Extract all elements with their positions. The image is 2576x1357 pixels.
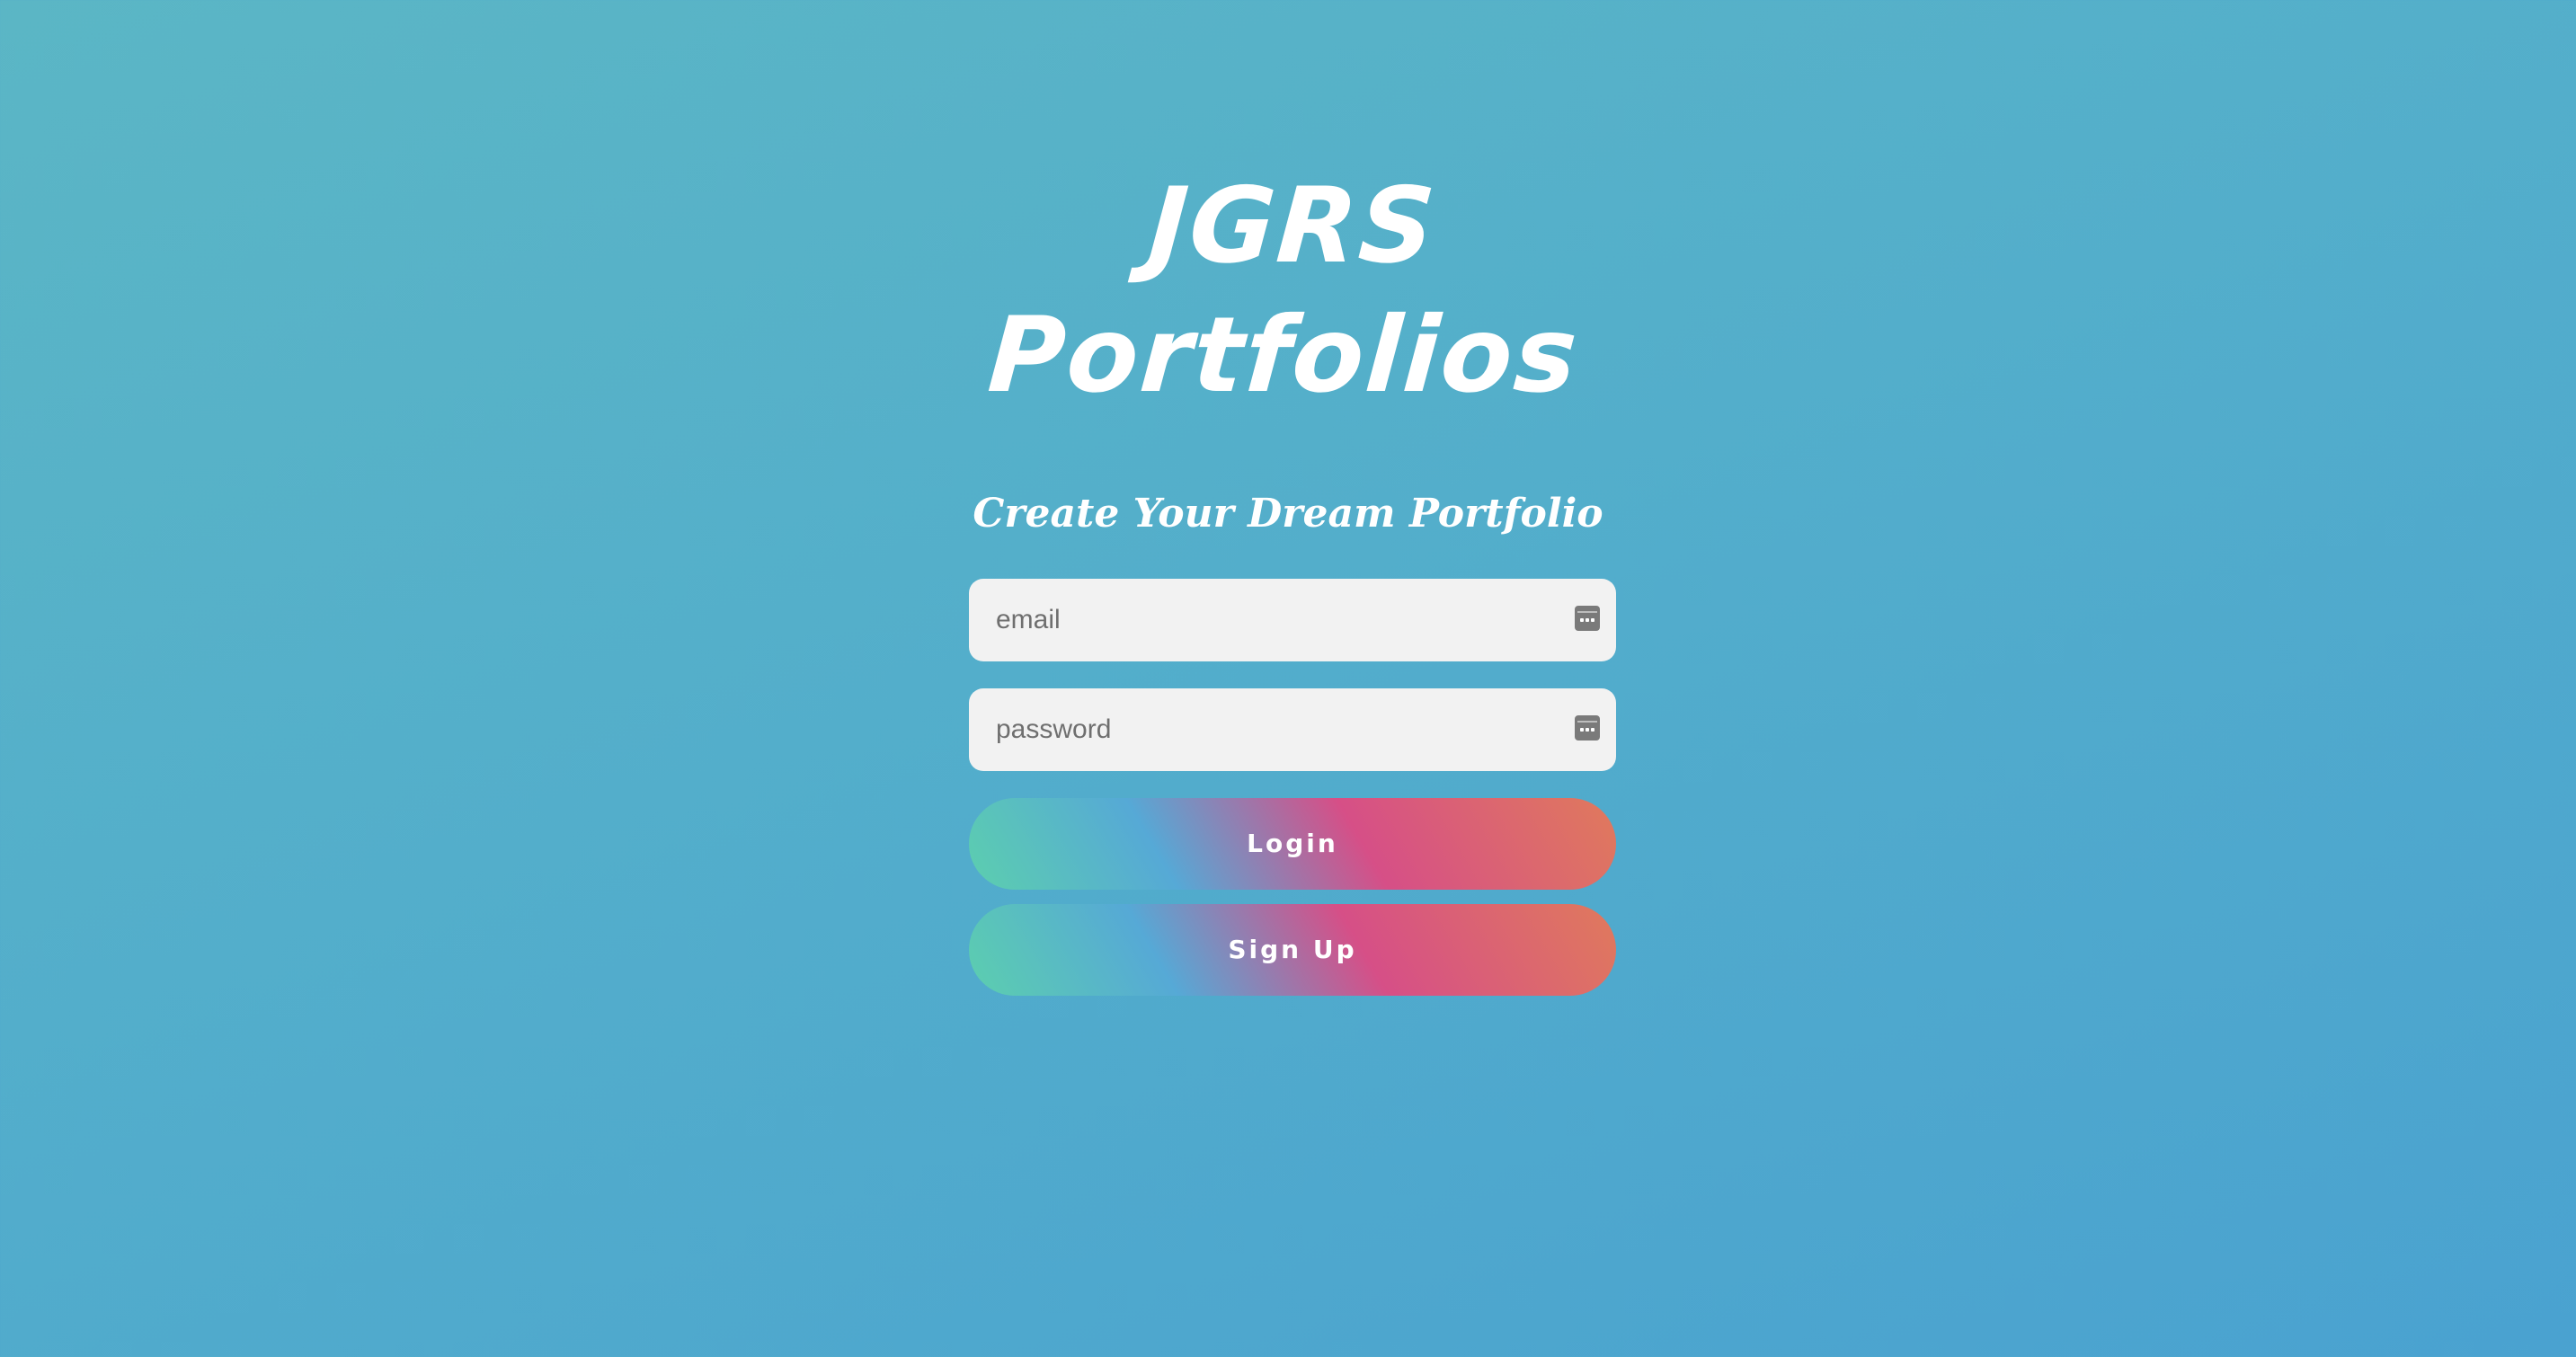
sign-up-button[interactable]: Sign Up <box>969 904 1616 996</box>
app-title: JGRS Portfolios <box>0 162 2576 421</box>
email-input[interactable] <box>969 579 1544 661</box>
password-manager-key-icon[interactable] <box>1575 715 1600 741</box>
app-title-line-1: JGRS <box>1144 165 1441 287</box>
password-input[interactable] <box>969 688 1544 771</box>
email-field-container <box>969 579 1616 661</box>
password-field-container <box>969 688 1616 771</box>
login-button[interactable]: Login <box>969 798 1616 890</box>
tagline: Create Your Dream Portfolio <box>973 491 1603 537</box>
app-title-line-2: Portfolios <box>984 295 1583 416</box>
password-manager-key-icon[interactable] <box>1575 606 1600 631</box>
